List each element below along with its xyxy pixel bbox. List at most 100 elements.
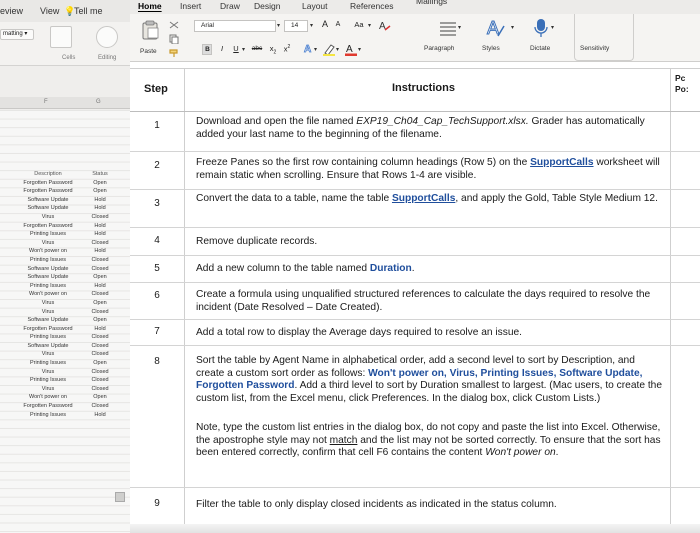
- chevron-down-icon[interactable]: ▾: [314, 46, 317, 53]
- status-cell[interactable]: Hold: [88, 222, 112, 231]
- sensitivity-button[interactable]: Sensitivity: [580, 45, 609, 52]
- status-cell[interactable]: Open: [88, 316, 112, 325]
- tab-mailings[interactable]: Mailings: [416, 0, 447, 9]
- status-cell[interactable]: Closed: [88, 342, 112, 351]
- chevron-down-icon[interactable]: ▾: [242, 46, 245, 53]
- status-cell[interactable]: Closed: [88, 256, 112, 265]
- find-select-icon[interactable]: [96, 26, 118, 48]
- status-cell[interactable]: Hold: [88, 230, 112, 239]
- chevron-down-icon[interactable]: ▾: [277, 22, 280, 29]
- change-case-button[interactable]: Aa: [352, 20, 366, 29]
- strikethrough-button[interactable]: abc: [250, 45, 264, 52]
- status-cell[interactable]: Open: [88, 393, 112, 402]
- description-cell[interactable]: Printing Issues: [8, 256, 88, 265]
- description-cell[interactable]: Won't power on: [8, 393, 88, 402]
- bold-button[interactable]: B: [202, 44, 212, 55]
- status-cell[interactable]: Closed: [88, 333, 112, 342]
- status-cell[interactable]: Closed: [88, 290, 112, 299]
- font-color-icon[interactable]: A: [344, 42, 358, 56]
- description-cell[interactable]: Software Update: [8, 316, 88, 325]
- status-cell[interactable]: Open: [88, 179, 112, 188]
- description-cell[interactable]: Virus: [8, 308, 88, 317]
- description-cell[interactable]: Forgotten Password: [8, 179, 88, 188]
- description-cell[interactable]: Printing Issues: [8, 282, 88, 291]
- status-cell[interactable]: Closed: [88, 350, 112, 359]
- highlight-icon[interactable]: [322, 42, 336, 56]
- paragraph-icon[interactable]: [438, 20, 458, 38]
- shrink-font-button[interactable]: A: [333, 21, 343, 28]
- tell-me-search[interactable]: Tell me: [74, 6, 103, 16]
- cells-icon[interactable]: [50, 26, 72, 48]
- chevron-down-icon[interactable]: ▾: [458, 24, 461, 31]
- status-cell[interactable]: Closed: [88, 213, 112, 222]
- font-size-field[interactable]: 14: [284, 20, 308, 32]
- description-cell[interactable]: Virus: [8, 213, 88, 222]
- cut-icon[interactable]: [168, 20, 180, 30]
- status-cell[interactable]: Hold: [88, 325, 112, 334]
- underline-button[interactable]: U: [232, 44, 240, 53]
- column-header-g[interactable]: G: [96, 99, 101, 105]
- description-cell[interactable]: Virus: [8, 385, 88, 394]
- description-cell[interactable]: Software Update: [8, 204, 88, 213]
- subscript-button[interactable]: x2: [268, 44, 278, 56]
- description-cell[interactable]: Forgotten Password: [8, 325, 88, 334]
- copy-icon[interactable]: [168, 34, 180, 44]
- format-painter-icon[interactable]: [168, 48, 180, 58]
- tab-draw[interactable]: Draw: [220, 0, 240, 14]
- status-cell[interactable]: Open: [88, 187, 112, 196]
- status-cell[interactable]: Open: [88, 273, 112, 282]
- description-cell[interactable]: Printing Issues: [8, 333, 88, 342]
- status-cell[interactable]: Open: [88, 299, 112, 308]
- description-cell[interactable]: Forgotten Password: [8, 402, 88, 411]
- status-cell[interactable]: Closed: [88, 308, 112, 317]
- review-tab[interactable]: eview: [0, 6, 23, 16]
- paragraph-label[interactable]: Paragraph: [424, 45, 454, 52]
- chevron-down-icon[interactable]: ▾: [336, 46, 339, 53]
- font-name-field[interactable]: Arial: [194, 20, 276, 32]
- tab-references[interactable]: References: [350, 0, 393, 14]
- status-cell[interactable]: Closed: [88, 265, 112, 274]
- clear-formatting-icon[interactable]: A: [378, 19, 392, 31]
- superscript-button[interactable]: x2: [282, 44, 292, 54]
- description-cell[interactable]: Software Update: [8, 273, 88, 282]
- tab-home[interactable]: Home: [138, 0, 162, 14]
- status-cell[interactable]: Closed: [88, 376, 112, 385]
- chevron-down-icon[interactable]: ▾: [310, 22, 313, 29]
- description-cell[interactable]: Forgotten Password: [8, 187, 88, 196]
- chevron-down-icon[interactable]: ▾: [368, 22, 371, 29]
- styles-label[interactable]: Styles: [482, 45, 500, 52]
- chevron-down-icon[interactable]: ▾: [358, 46, 361, 53]
- clipboard-icon[interactable]: [140, 20, 160, 40]
- description-cell[interactable]: Printing Issues: [8, 411, 88, 420]
- grow-font-button[interactable]: A: [320, 19, 330, 29]
- tab-layout[interactable]: Layout: [302, 0, 328, 14]
- tab-insert[interactable]: Insert: [180, 0, 201, 14]
- chevron-down-icon[interactable]: ▾: [511, 24, 514, 31]
- status-cell[interactable]: Hold: [88, 282, 112, 291]
- chevron-down-icon[interactable]: ▾: [551, 24, 554, 31]
- description-cell[interactable]: Printing Issues: [8, 230, 88, 239]
- status-cell[interactable]: Hold: [88, 204, 112, 213]
- column-header-f[interactable]: F: [44, 99, 48, 105]
- paste-label[interactable]: Paste: [140, 48, 157, 55]
- description-cell[interactable]: Virus: [8, 239, 88, 248]
- status-cell[interactable]: Hold: [88, 247, 112, 256]
- tab-design[interactable]: Design: [254, 0, 280, 14]
- description-cell[interactable]: Forgotten Password: [8, 222, 88, 231]
- description-cell[interactable]: Won't power on: [8, 247, 88, 256]
- dictate-button[interactable]: Dictate: [530, 45, 550, 52]
- description-cell[interactable]: Software Update: [8, 265, 88, 274]
- description-cell[interactable]: Printing Issues: [8, 359, 88, 368]
- status-cell[interactable]: Hold: [88, 411, 112, 420]
- description-cell[interactable]: Virus: [8, 368, 88, 377]
- description-cell[interactable]: Printing Issues: [8, 376, 88, 385]
- status-cell[interactable]: Closed: [88, 239, 112, 248]
- description-cell[interactable]: Virus: [8, 350, 88, 359]
- description-cell[interactable]: Software Update: [8, 342, 88, 351]
- microphone-icon[interactable]: [532, 17, 550, 39]
- status-cell[interactable]: Closed: [88, 385, 112, 394]
- description-cell[interactable]: Virus: [8, 299, 88, 308]
- status-cell[interactable]: Closed: [88, 368, 112, 377]
- description-cell[interactable]: Won't power on: [8, 290, 88, 299]
- styles-icon[interactable]: A: [484, 16, 510, 40]
